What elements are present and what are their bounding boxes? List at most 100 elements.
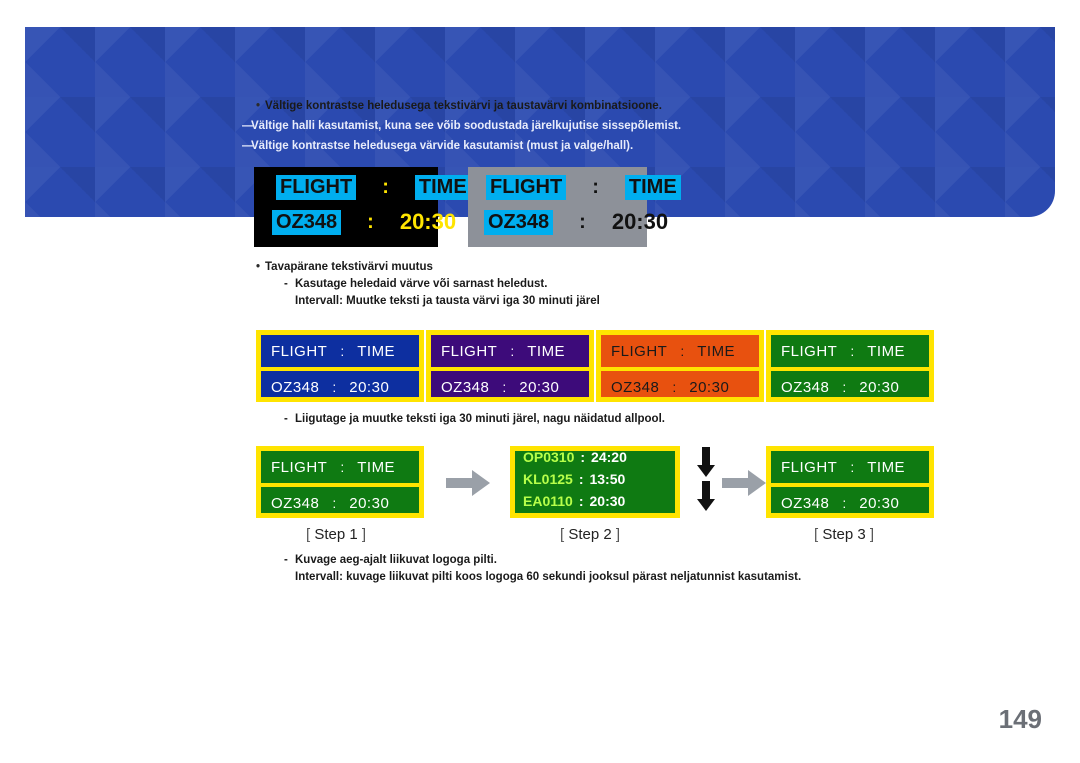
board-data-row: OZ348 : 20:30 [771, 487, 929, 519]
panel-row-flightno-time: OZ348 : 20:30 [484, 209, 668, 235]
caption-bracket-close: ] [361, 526, 367, 543]
display-panel-black: FLIGHT : TIME OZ348 : 20:30 [254, 167, 471, 247]
bullet-line-2: —Vältige halli kasutamist, kuna see võib… [242, 120, 681, 132]
caption-bracket-open: [ [814, 526, 819, 543]
bullet-text: Intervall: kuvage liikuvat pilti koos lo… [295, 571, 802, 583]
color-board-orange: FLIGHT : TIME OZ348 : 20:30 [596, 330, 764, 402]
panel-label-flightno: OZ348 [272, 209, 342, 235]
middle-bullet-3: Intervall: Muutke teksti ja tausta värvi… [295, 295, 600, 307]
board-header-label: FLIGHT [781, 458, 838, 476]
middle-bullet-2: - Kasutage heledaid värve või sarnast hel… [284, 278, 547, 290]
board-header-label: FLIGHT [271, 458, 328, 476]
board-row-colon: : [502, 379, 507, 395]
page-number: 149 [998, 704, 1042, 734]
board-row-value: 20:30 [349, 494, 390, 512]
bottom-bullet-2: Intervall: kuvage liikuvat pilti koos lo… [295, 571, 801, 583]
board-header-label: FLIGHT [611, 342, 668, 360]
bullet-line-1: • Vältige kontrastse heledusega tekstivär… [256, 100, 662, 112]
step2-caption: [ Step 2 ] [560, 526, 620, 543]
bullet-marker: — [242, 120, 254, 132]
bullet-text: Tavapärane tekstivärvi muutus [265, 261, 433, 273]
arrow-right-icon [446, 470, 490, 496]
scroll-time: 13:50 [589, 471, 626, 487]
board-data-row: OZ348 : 20:30 [601, 371, 759, 403]
panel-row-flight-time: FLIGHT : TIME [276, 175, 471, 200]
board-row-label: OZ348 [271, 494, 320, 512]
step1-board: FLIGHT : TIME OZ348 : 20:30 [256, 446, 424, 518]
board-header-value: TIME [527, 342, 566, 360]
panel-row-flight-time: FLIGHT : TIME [486, 175, 681, 200]
scroll-line: KL0025 : 16:50 [515, 512, 675, 518]
board-header-value: TIME [867, 458, 906, 476]
board-header-row: FLIGHT : TIME [261, 451, 419, 483]
bullet-text: Kasutage heledaid värve või sarnast hele… [295, 278, 548, 290]
step2-board: OP0310 : 24:20 KL0125 : 13:50 EA0110 : 2… [510, 446, 680, 518]
arrow-down-icon [697, 481, 715, 511]
scroll-time: 16:50 [589, 515, 625, 518]
panel-label-flight: FLIGHT [276, 175, 357, 200]
board-data-row: OZ348 : 20:30 [771, 371, 929, 403]
scroll-colon: : [573, 515, 590, 518]
board-header-colon: : [850, 459, 855, 475]
scroll-colon: : [578, 493, 584, 509]
panel-value-clock: 20:30 [611, 209, 669, 234]
bullet-marker: - [284, 413, 288, 425]
board-header-label: FLIGHT [271, 342, 328, 360]
board-data-row: OZ348 : 20:30 [431, 371, 589, 403]
board-header-row: FLIGHT : TIME [431, 335, 589, 367]
board-header-colon: : [850, 343, 855, 359]
panel-value-clock: 20:30 [399, 209, 457, 234]
panel-colon: : [382, 176, 389, 198]
scroll-note: - Liigutage ja muutke teksti iga 30 minut… [284, 413, 665, 425]
bullet-marker: — [242, 140, 254, 152]
bullet-text: Vältige kontrastse heledusega tekstivärv… [265, 100, 662, 112]
scroll-time: 24:20 [591, 449, 627, 465]
scroll-code: KL0125 [523, 471, 573, 487]
board-header-value: TIME [867, 342, 906, 360]
board-row-colon: : [332, 495, 337, 511]
bullet-text: Vältige halli kasutamist, kuna see võib … [251, 120, 682, 132]
board-row-value: 20:30 [689, 378, 730, 396]
caption-bracket-close: ] [615, 526, 621, 543]
step3-board: FLIGHT : TIME OZ348 : 20:30 [766, 446, 934, 518]
panel-label-flightno: OZ348 [484, 209, 554, 235]
scroll-time: 20:30 [589, 493, 626, 509]
caption-label: Step 2 [568, 526, 612, 543]
color-board-blue: FLIGHT : TIME OZ348 : 20:30 [256, 330, 424, 402]
board-header-colon: : [340, 343, 345, 359]
bullet-marker: • [256, 100, 261, 112]
panel-label-flight: FLIGHT [486, 175, 567, 200]
board-row-label: OZ348 [781, 378, 830, 396]
board-header-value: TIME [697, 342, 736, 360]
board-header-colon: : [510, 343, 515, 359]
board-row-label: OZ348 [271, 378, 320, 396]
board-data-row: OZ348 : 20:30 [261, 487, 419, 519]
panel-value-time: TIME [414, 175, 471, 200]
step1-caption: [ Step 1 ] [306, 526, 366, 543]
board-header-row: FLIGHT : TIME [771, 451, 929, 483]
board-row-colon: : [332, 379, 337, 395]
panel-value-time: TIME [624, 175, 681, 200]
board-row-value: 20:30 [859, 378, 900, 396]
bullet-text: Vältige kontrastse heledusega värvide ka… [251, 140, 634, 152]
step3-caption: [ Step 3 ] [814, 526, 874, 543]
board-header-value: TIME [357, 458, 396, 476]
bullet-marker: - [284, 278, 288, 290]
scroll-colon: : [580, 449, 586, 465]
board-data-row: OZ348 : 20:30 [261, 371, 419, 403]
board-header-label: FLIGHT [781, 342, 838, 360]
board-header-label: FLIGHT [441, 342, 498, 360]
caption-bracket-open: [ [560, 526, 565, 543]
board-row-value: 20:30 [349, 378, 390, 396]
board-row-value: 20:30 [859, 494, 900, 512]
caption-bracket-open: [ [306, 526, 311, 543]
board-row-value: 20:30 [519, 378, 560, 396]
arrow-down-icon [697, 447, 715, 477]
middle-bullet-1: • Tavapärane tekstivärvi muutus [256, 261, 433, 273]
board-row-colon: : [842, 379, 847, 395]
board-row-colon: : [672, 379, 677, 395]
scroll-code: OP0310 [523, 449, 575, 465]
bullet-line-3: —Vältige kontrastse heledusega värvide k… [242, 140, 633, 152]
scroll-line: EA0110 : 20:30 [515, 490, 675, 512]
bullet-marker: • [256, 261, 261, 273]
